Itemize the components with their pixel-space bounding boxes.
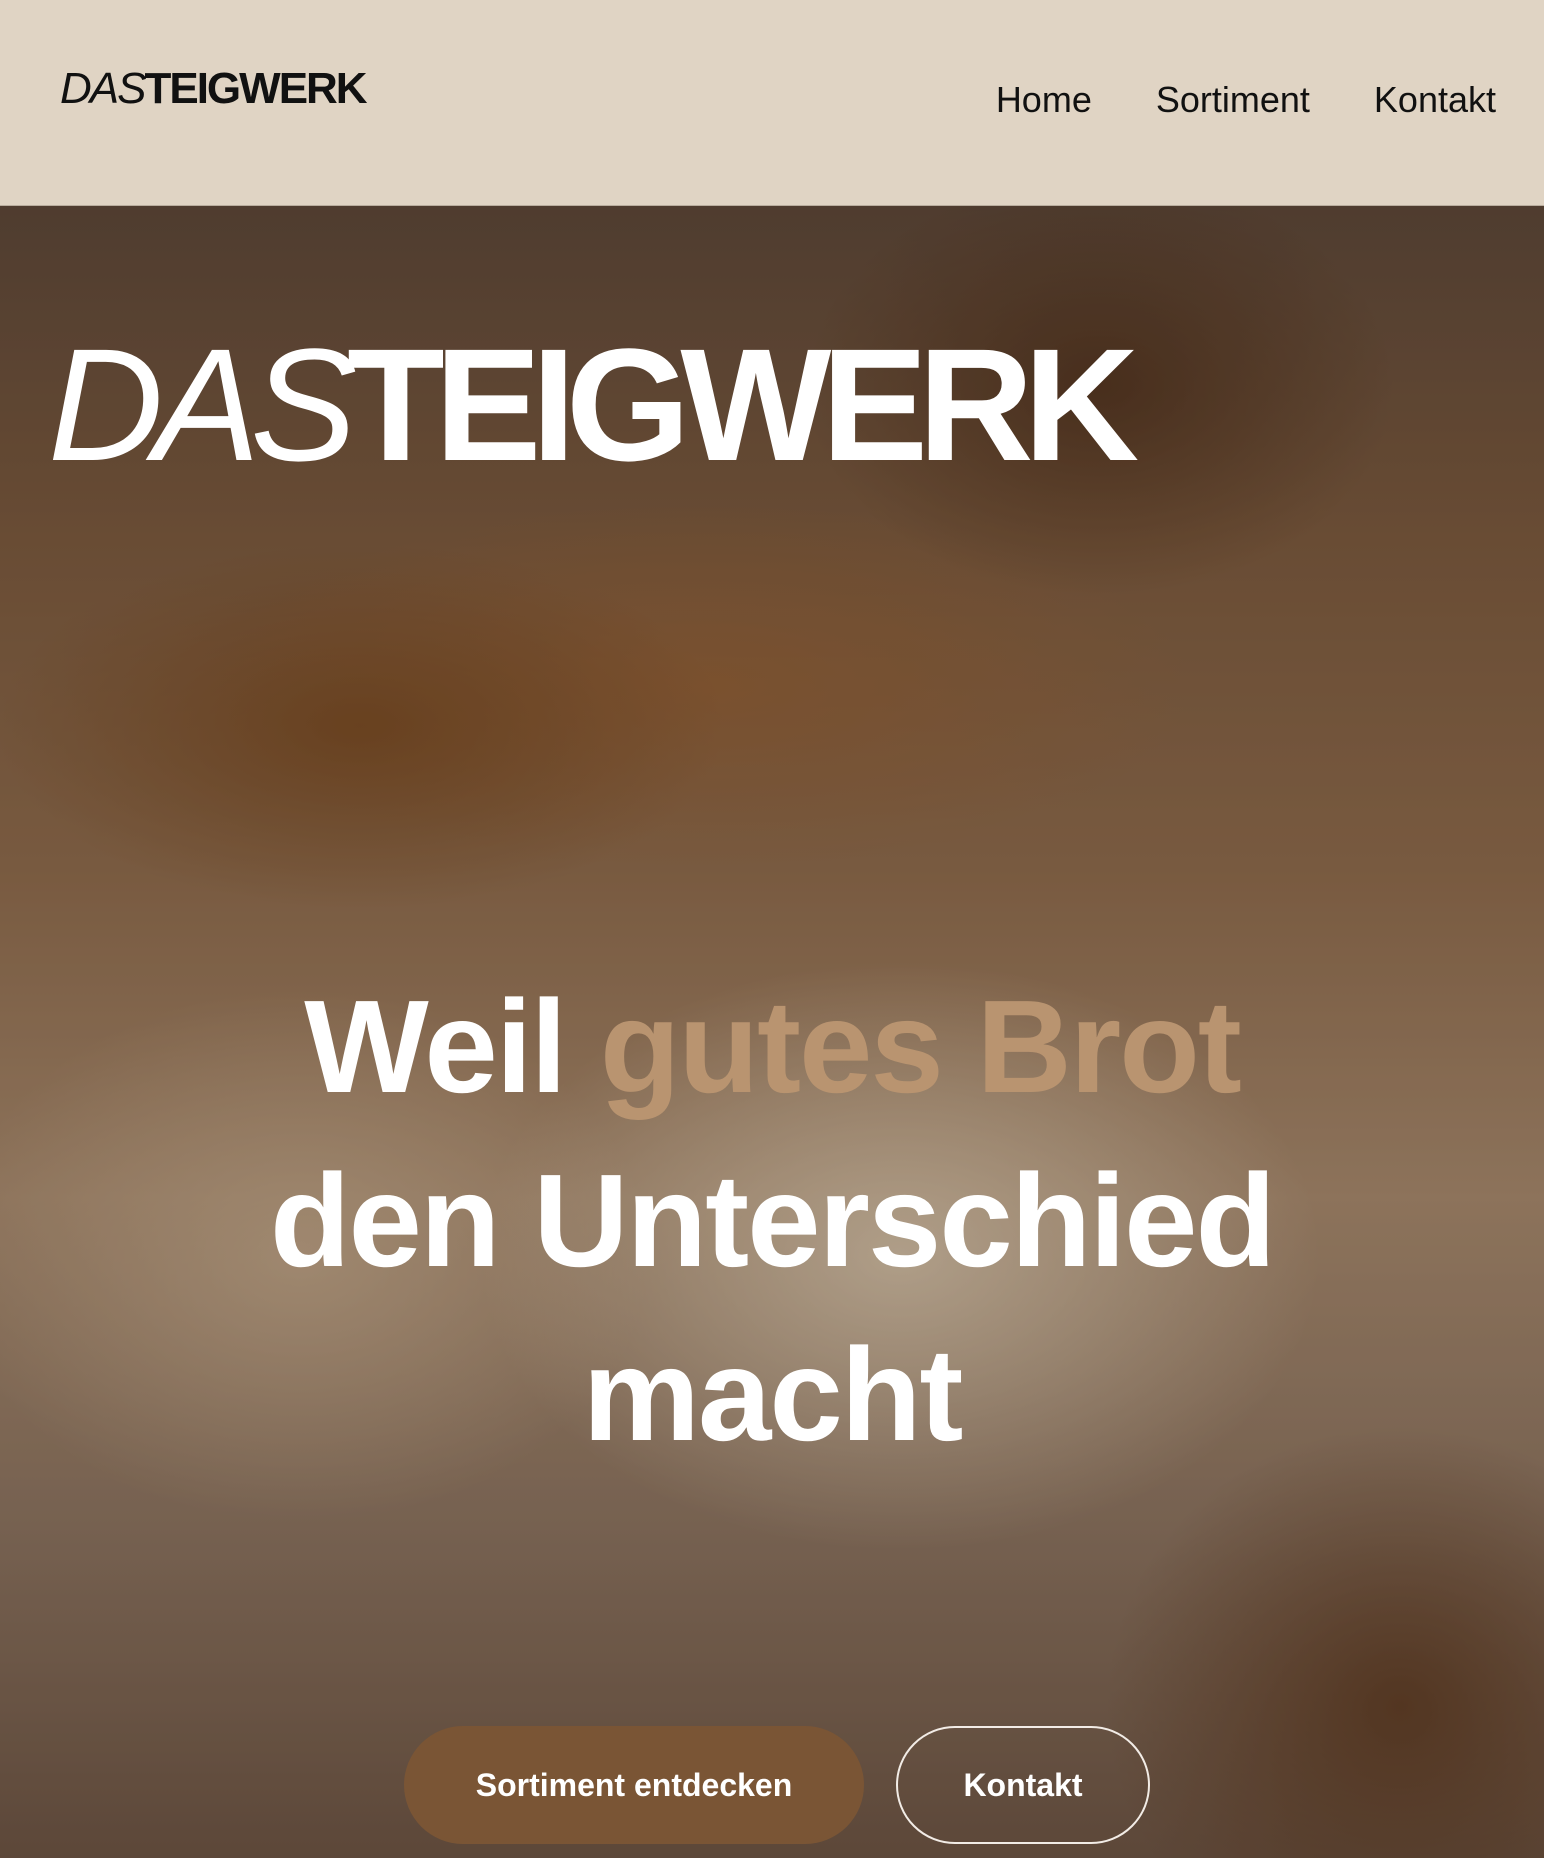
sortiment-entdecken-button[interactable]: Sortiment entdecken [404, 1726, 864, 1844]
hero-logo-bold-text: TEIGWERK [346, 315, 1139, 494]
site-header: DASTEIGWERK Home Sortiment Kontakt [0, 0, 1544, 206]
headline-line3: macht [582, 1321, 964, 1468]
hero-logo: DASTEIGWERK [48, 325, 1508, 485]
nav-home[interactable]: Home [996, 78, 1092, 122]
headline-line2: den Unterschied [269, 1147, 1276, 1294]
logo-light-text: DAS [60, 64, 146, 113]
main-nav: Home Sortiment Kontakt [996, 78, 1496, 122]
headline-accent: gutes Brot [599, 973, 1242, 1120]
kontakt-button[interactable]: Kontakt [896, 1726, 1150, 1844]
header-logo[interactable]: DASTEIGWERK [60, 64, 368, 114]
logo-bold-text: TEIGWERK [144, 64, 367, 113]
hero-logo-light-text: DAS [48, 315, 357, 494]
headline-start: Weil [304, 973, 600, 1120]
hero-headline: Weil gutes Brot den Unterschied macht [100, 960, 1444, 1482]
nav-sortiment[interactable]: Sortiment [1156, 78, 1310, 122]
nav-kontakt[interactable]: Kontakt [1374, 78, 1496, 122]
